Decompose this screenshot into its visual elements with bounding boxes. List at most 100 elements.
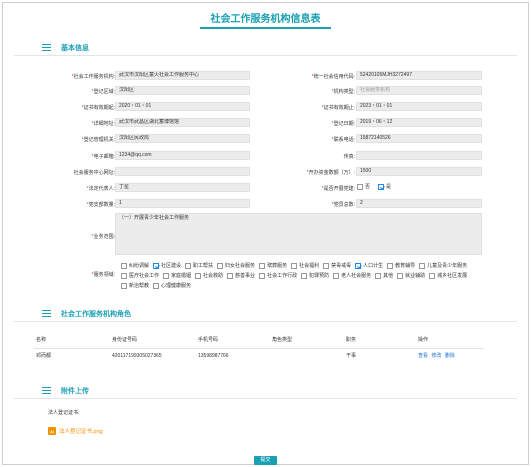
- checkbox-icon[interactable]: [259, 273, 266, 279]
- party-members-label: *党员总数:: [331, 202, 355, 208]
- checkbox-icon[interactable]: [121, 273, 127, 279]
- section-title: 社会工作服务机构角色: [61, 310, 131, 318]
- org-type-select[interactable]: 社会服务机构: [356, 86, 482, 95]
- website-label: 社会服务中心网址:: [73, 170, 115, 176]
- service-option[interactable]: 人口计生: [355, 261, 383, 271]
- service-option[interactable]: 社会工作行政: [259, 271, 297, 281]
- checkbox-icon[interactable]: [195, 273, 202, 279]
- service-option[interactable]: 职工帮扶: [185, 261, 213, 271]
- service-option[interactable]: 殡葬服务: [259, 261, 287, 271]
- service-area-options: 纠纷调解 社区建设 职工帮扶 妇女社会服务 殡葬服务 社会福利 禁毒戒毒 人口计…: [121, 261, 481, 291]
- checkbox-icon[interactable]: [301, 273, 308, 279]
- checkbox-icon[interactable]: [291, 263, 298, 269]
- reg-authority-field[interactable]: 汉阳区民政局: [115, 134, 250, 143]
- cell-name: 邓而都: [36, 353, 52, 359]
- cert-end-label: *证书有效期止:: [321, 105, 355, 111]
- column-header: 操作: [416, 334, 484, 349]
- service-option[interactable]: 犯罪预防: [301, 271, 329, 281]
- business-scope-textarea[interactable]: （一）开展青少年社会工作服务: [115, 213, 482, 255]
- credit-code-field[interactable]: 52420105MJH3272497: [356, 71, 482, 80]
- service-option[interactable]: 家庭婚姻: [163, 271, 191, 281]
- capital-field[interactable]: 1500: [356, 167, 482, 176]
- cert-start-label: *证书有效期起:: [81, 105, 115, 111]
- service-option[interactable]: 就业辅助: [397, 271, 425, 281]
- checkbox-icon[interactable]: [217, 263, 224, 269]
- checkbox-icon[interactable]: [375, 273, 382, 279]
- service-option[interactable]: 城乡社区发展: [429, 271, 467, 281]
- service-option[interactable]: 其他: [375, 271, 393, 281]
- table-row: 邓而都 420117199305027365 13598987766 干事 查看…: [34, 349, 484, 363]
- service-option[interactable]: 社区建设: [153, 261, 181, 271]
- checkbox-icon[interactable]: [323, 263, 330, 269]
- service-option[interactable]: 老人社会服务: [333, 271, 371, 281]
- checkbox-checked-icon[interactable]: [153, 263, 160, 269]
- checkbox-icon[interactable]: [259, 263, 266, 269]
- service-option[interactable]: 妇女社会服务: [217, 261, 255, 271]
- checkbox-icon[interactable]: [121, 283, 127, 289]
- org-name-field[interactable]: 武汉市汉阳区童火社会工作服务中心: [115, 71, 250, 80]
- checkbox-icon[interactable]: [153, 283, 160, 289]
- checkbox-icon[interactable]: [163, 273, 170, 279]
- legal-rep-field[interactable]: 丁星: [115, 183, 250, 192]
- reg-date-field[interactable]: 2019・06・12: [356, 118, 482, 127]
- phone-field[interactable]: 15872140526: [356, 134, 482, 143]
- cell-role-type: [270, 349, 344, 363]
- list-icon: [42, 310, 51, 317]
- legal-rep-label: *法定代表人:: [86, 186, 115, 192]
- party-branch-label: *是否开展党建:: [321, 186, 355, 192]
- org-name-label: *社会工作服务机构:: [71, 74, 115, 80]
- website-field[interactable]: [115, 167, 250, 176]
- phone-label: *联系电话:: [331, 137, 355, 143]
- service-option[interactable]: 教育辅导: [387, 261, 415, 271]
- list-icon: [42, 387, 51, 394]
- column-header: 手机号码: [196, 334, 270, 349]
- service-option[interactable]: 禁毒戒毒: [323, 261, 351, 271]
- checkbox-icon[interactable]: [387, 263, 394, 269]
- party-branch-no-option[interactable]: 否: [357, 183, 370, 190]
- delete-link[interactable]: 删除: [445, 353, 455, 359]
- submit-button[interactable]: 提交: [254, 456, 277, 465]
- checkbox-icon[interactable]: [357, 183, 363, 190]
- party-branch-yes-option[interactable]: 是: [378, 183, 391, 190]
- attachment-file-name[interactable]: 法人登记证书.png: [59, 427, 103, 435]
- address-field[interactable]: 武汉市武昌区湖北蓄博馆馆: [115, 118, 250, 127]
- attachment-file[interactable]: AI 法人登记证书.png: [48, 427, 103, 435]
- checkbox-icon[interactable]: [121, 263, 127, 269]
- list-icon: [42, 44, 51, 51]
- checkbox-icon[interactable]: [333, 273, 340, 279]
- service-option[interactable]: 纠纷调解: [121, 261, 149, 271]
- service-area-row: 医疗社会工作 家庭婚姻 社会救助 慈善事业 社会工作行政 犯罪预防 老人社会服务…: [121, 271, 481, 281]
- checkbox-icon[interactable]: [419, 263, 426, 269]
- cell-position: 干事: [346, 353, 357, 359]
- column-header: 身份证号码: [110, 334, 196, 349]
- checkbox-icon[interactable]: [227, 273, 234, 279]
- fax-label: 传真:: [343, 154, 355, 160]
- cell-mobile: 13598987766: [198, 352, 229, 359]
- checkbox-checked-icon[interactable]: [378, 183, 385, 190]
- email-label: *电子邮箱:: [91, 154, 115, 160]
- checkbox-checked-icon[interactable]: [355, 263, 362, 269]
- view-link[interactable]: 查看: [418, 353, 428, 359]
- service-option[interactable]: 社会福利: [291, 261, 319, 271]
- edit-link[interactable]: 修改: [431, 353, 441, 359]
- section-title: 基本信息: [61, 44, 89, 52]
- party-members-field[interactable]: 2: [356, 199, 482, 208]
- service-option[interactable]: 慈善事业: [227, 271, 255, 281]
- party-branches-field[interactable]: 1: [115, 199, 250, 208]
- service-option[interactable]: 心理健康服务: [153, 281, 191, 291]
- service-option[interactable]: 儿童及青少年服务: [419, 261, 467, 271]
- email-field[interactable]: 1234@qq.com: [115, 151, 250, 160]
- service-option[interactable]: 新治帮教: [121, 281, 149, 291]
- service-area-label: *服务领域:: [91, 272, 115, 278]
- fax-field[interactable]: [356, 151, 482, 160]
- cert-end-field[interactable]: 2023・01・01: [356, 102, 482, 111]
- service-option[interactable]: 医疗社会工作: [121, 271, 159, 281]
- checkbox-icon[interactable]: [185, 263, 192, 269]
- reg-area-field[interactable]: 汉阳区: [115, 86, 250, 95]
- checkbox-icon[interactable]: [397, 273, 404, 279]
- service-option[interactable]: 社会救助: [195, 271, 223, 281]
- address-label: *详细地址:: [91, 121, 115, 127]
- checkbox-icon[interactable]: [429, 273, 436, 279]
- service-area-row: 新治帮教 心理健康服务: [121, 281, 481, 291]
- cert-start-field[interactable]: 2020・01・01: [115, 102, 250, 111]
